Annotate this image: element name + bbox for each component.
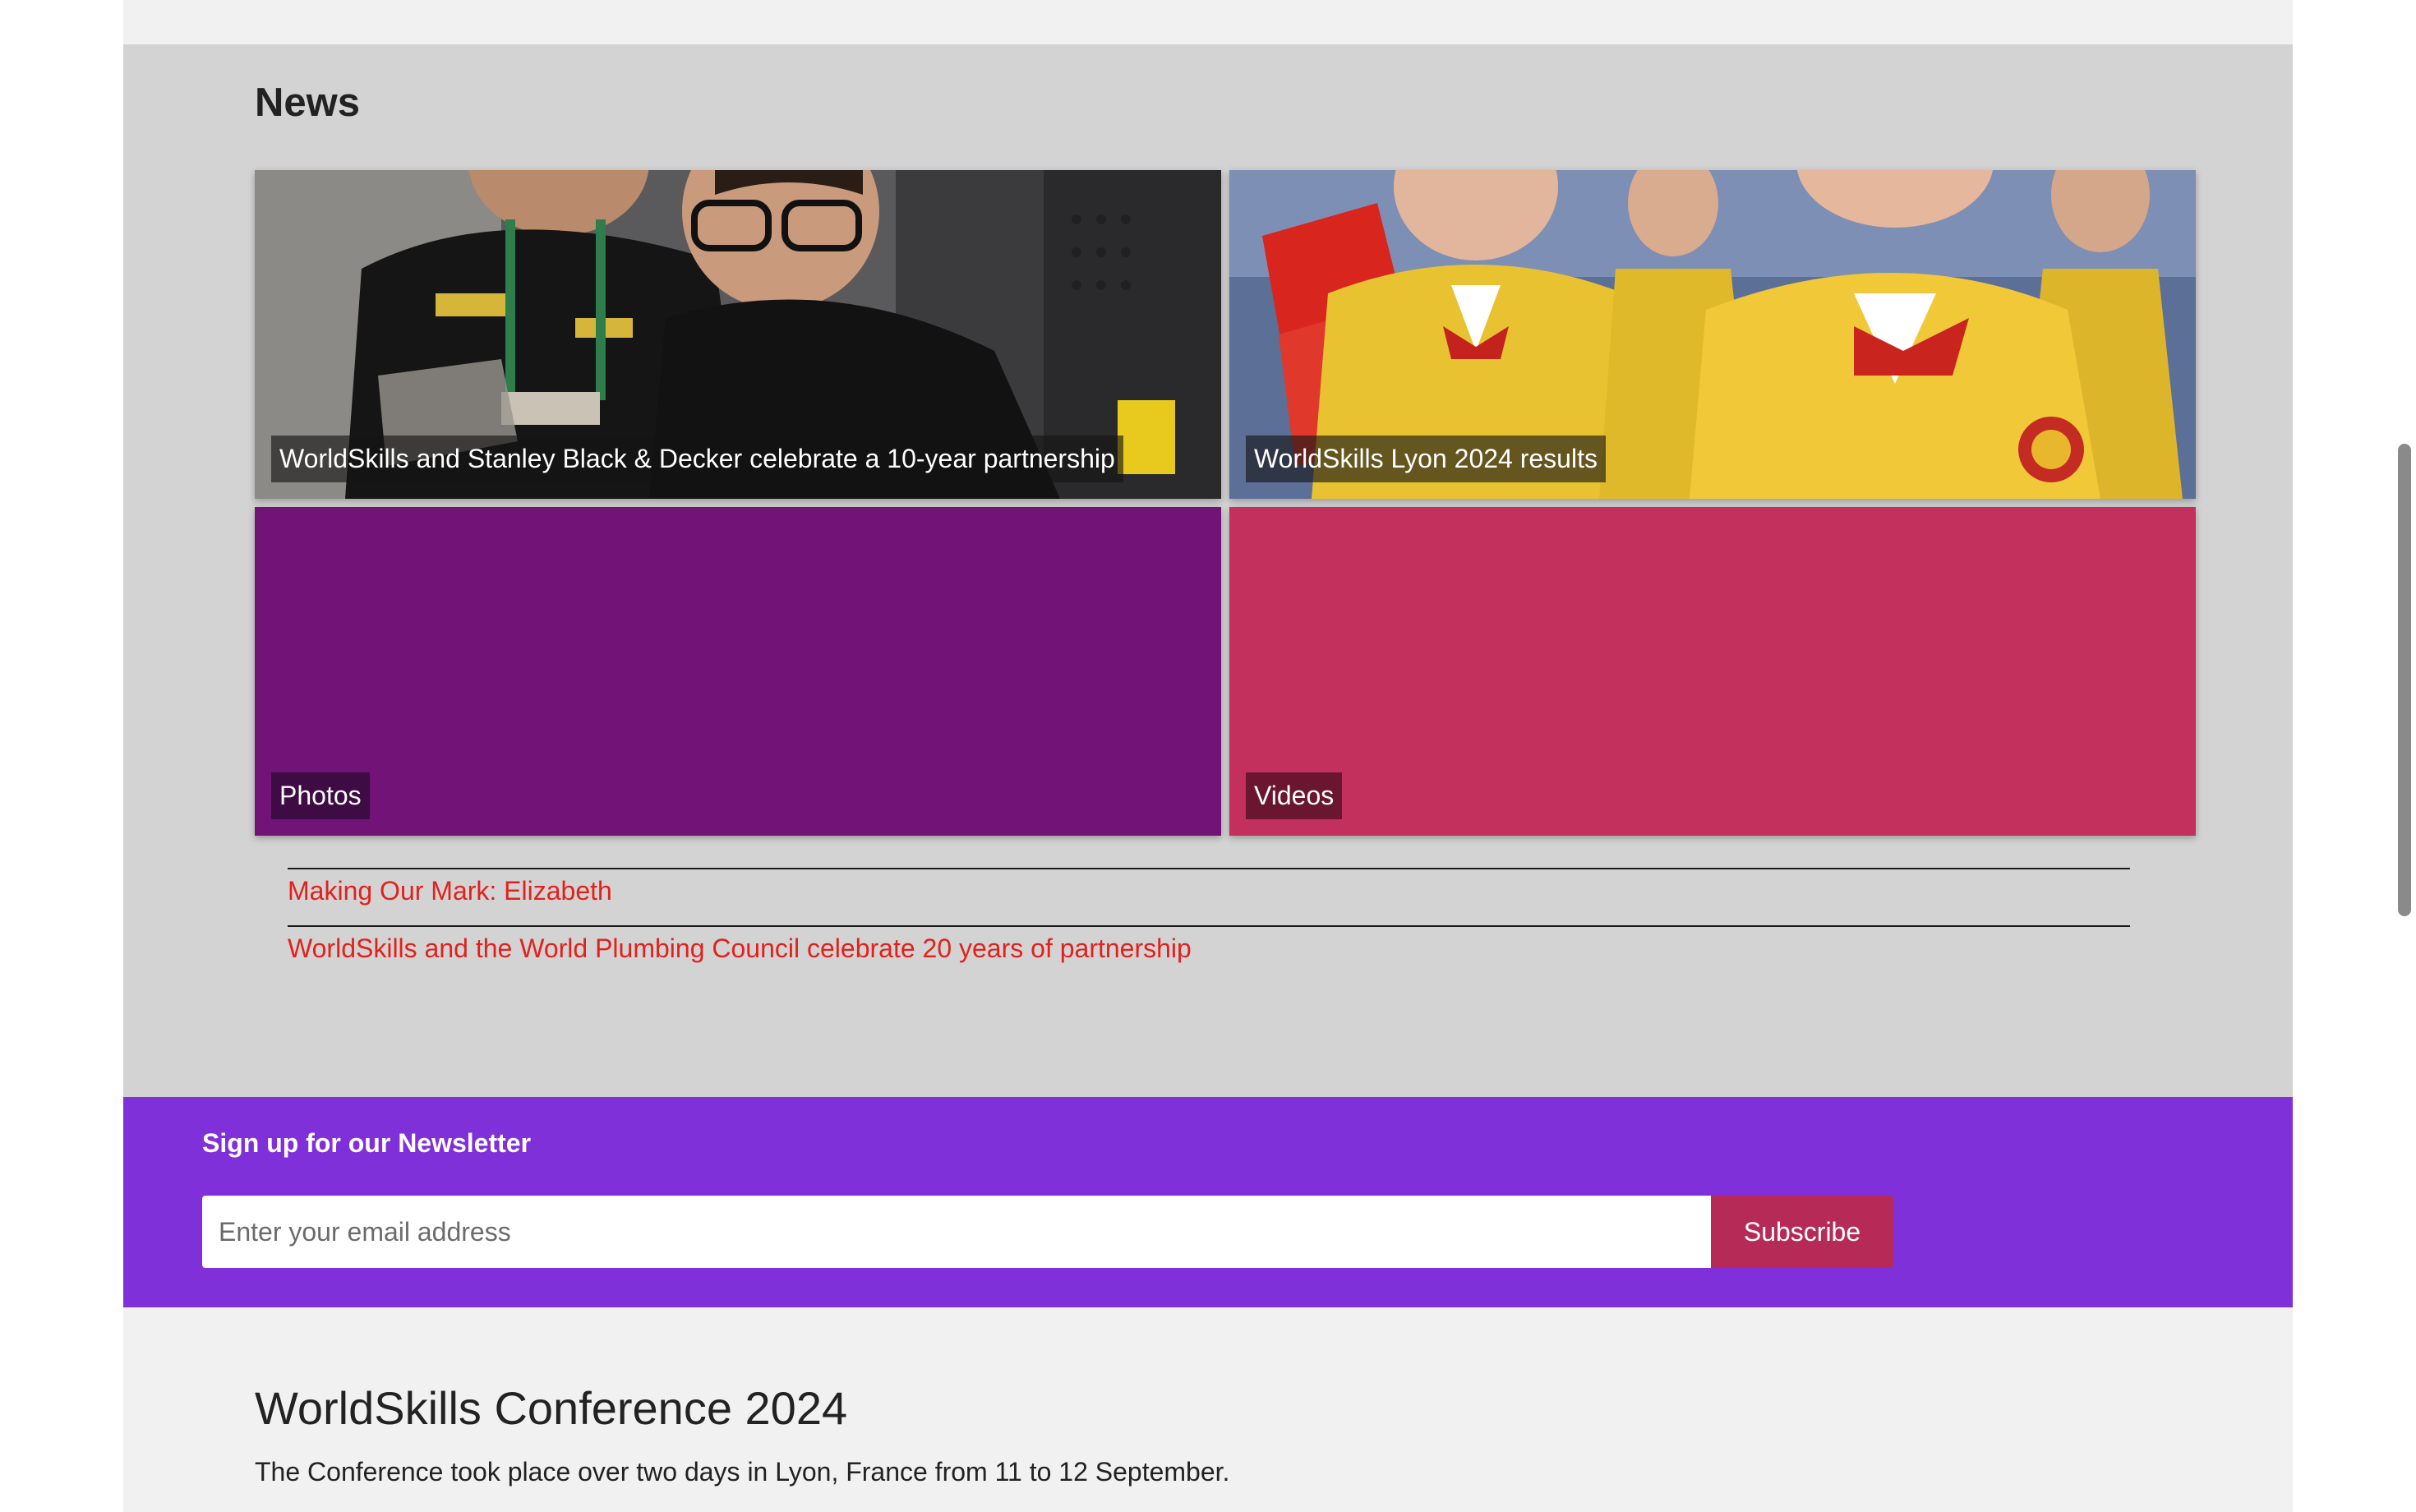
newsletter-title: Sign up for our Newsletter xyxy=(202,1128,532,1158)
photos-tile[interactable]: Photos xyxy=(255,507,1221,836)
videos-tile[interactable]: Videos xyxy=(1229,507,2196,836)
scrollbar-thumb[interactable] xyxy=(2398,444,2411,916)
news-tile-caption: WorldSkills Lyon 2024 results xyxy=(1246,436,1606,482)
news-tile-partnership[interactable]: WorldSkills and Stanley Black & Decker c… xyxy=(255,170,1221,499)
conference-description: The Conference took place over two days … xyxy=(255,1457,1230,1487)
news-link-making-our-mark[interactable]: Making Our Mark: Elizabeth xyxy=(288,876,612,906)
news-link-list: Making Our Mark: Elizabeth WorldSkills a… xyxy=(288,868,2130,983)
conference-title: WorldSkills Conference 2024 xyxy=(255,1382,848,1434)
page-content: News WorldSkills and Stanley Black & Dec… xyxy=(123,0,2293,1512)
news-tile-caption: WorldSkills and Stanley Black & Decker c… xyxy=(271,436,1123,482)
news-tile-lyon-results[interactable]: WorldSkills Lyon 2024 results xyxy=(1229,170,2196,499)
news-section: News WorldSkills and Stanley Black & Dec… xyxy=(123,44,2293,1097)
photos-tile-caption: Photos xyxy=(271,772,370,819)
news-link-plumbing-council[interactable]: WorldSkills and the World Plumbing Counc… xyxy=(288,933,1192,963)
list-item: Making Our Mark: Elizabeth xyxy=(288,868,2130,925)
newsletter-section: Sign up for our Newsletter Subscribe xyxy=(123,1097,2293,1307)
list-item: WorldSkills and the World Plumbing Counc… xyxy=(288,925,2130,983)
subscribe-button[interactable]: Subscribe xyxy=(1711,1196,1893,1268)
news-heading: News xyxy=(255,81,361,125)
videos-tile-caption: Videos xyxy=(1246,772,1343,819)
vertical-scrollbar[interactable] xyxy=(2393,0,2416,1512)
email-field[interactable] xyxy=(202,1196,1711,1268)
